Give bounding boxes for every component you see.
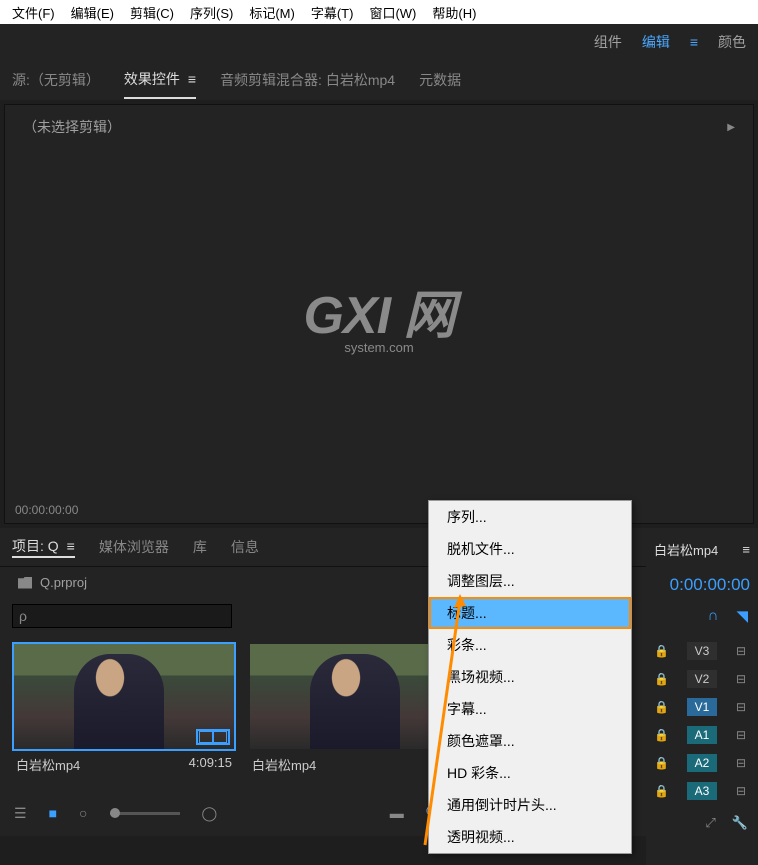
tab-effect-controls[interactable]: 效果控件≡ xyxy=(124,61,196,99)
wrench-icon[interactable]: 🔧 xyxy=(732,815,748,831)
lock-icon[interactable]: 🔒 xyxy=(654,784,668,798)
main-menubar: 文件(F) 编辑(E) 剪辑(C) 序列(S) 标记(M) 字幕(T) 窗口(W… xyxy=(0,0,758,24)
source-patch-icon[interactable]: ⊟ xyxy=(736,784,750,798)
lock-icon[interactable]: 🔒 xyxy=(654,728,668,742)
hamburger-icon[interactable]: ≡ xyxy=(690,34,698,50)
clip-name: 白岩松mp4 xyxy=(252,755,316,774)
source-patch-icon[interactable]: ⊟ xyxy=(736,644,750,658)
menu-sequence[interactable]: 序列(S) xyxy=(182,1,241,24)
workspace-assembly[interactable]: 组件 xyxy=(594,32,622,52)
ctx-transparent-video[interactable]: 透明视频... xyxy=(429,821,631,853)
video-track-v1[interactable]: 🔒V1⊟ xyxy=(646,693,758,721)
menu-clip[interactable]: 剪辑(C) xyxy=(122,1,182,24)
ctx-title[interactable]: 标题... xyxy=(429,597,631,629)
project-panel: 项目: Q≡ 媒体浏览器 库 信息 Q.prproj ρ ⑆ 1 项已选 白岩松… xyxy=(0,528,758,836)
clip-thumbnail[interactable]: 白岩松mp4 4:09:15 xyxy=(14,644,234,780)
source-patch-icon[interactable]: ⊟ xyxy=(736,672,750,686)
search-input[interactable]: ρ xyxy=(12,604,232,628)
ctx-sequence[interactable]: 序列... xyxy=(429,501,631,533)
new-item-context-menu: 序列... 脱机文件... 调整图层... 标题... 彩条... 黑场视频..… xyxy=(428,500,632,854)
clip-name: 白岩松mp4 xyxy=(16,755,80,774)
ctx-adjustment-layer[interactable]: 调整图层... xyxy=(429,565,631,597)
automate-icon[interactable]: ▬ xyxy=(390,805,404,821)
ctx-color-matte[interactable]: 颜色遮罩... xyxy=(429,725,631,757)
workspace-editing[interactable]: 编辑 xyxy=(642,32,670,52)
video-track-v2[interactable]: 🔒V2⊟ xyxy=(646,665,758,693)
menu-marker[interactable]: 标记(M) xyxy=(241,1,303,24)
timecode-display: 00:00:00:00 xyxy=(15,503,78,517)
icon-view-icon[interactable]: ■ xyxy=(49,805,57,821)
tab-audio-mixer[interactable]: 音频剪辑混合器: 白岩松mp4 xyxy=(220,62,395,98)
zoom-slider[interactable] xyxy=(110,812,180,815)
menu-title[interactable]: 字幕(T) xyxy=(303,1,362,24)
project-thumbnails: 白岩松mp4 4:09:15 白岩松mp4 xyxy=(0,634,758,790)
folder-icon xyxy=(18,577,32,589)
source-patch-icon[interactable]: ⊟ xyxy=(736,756,750,770)
lock-icon[interactable]: 🔒 xyxy=(654,672,668,686)
timeline-panel: 白岩松mp4 ≡ 0:00:00:00 ∩ ◥ 🔒V3⊟ 🔒V2⊟ 🔒V1⊟ 🔒… xyxy=(646,530,758,865)
ctx-bars[interactable]: 彩条... xyxy=(429,629,631,661)
audio-track-a1[interactable]: 🔒A1⊟ xyxy=(646,721,758,749)
sequence-title: 白岩松mp4 xyxy=(654,540,718,559)
lock-icon[interactable]: 🔒 xyxy=(654,700,668,714)
workspace-bar: 组件 编辑 ≡ 颜色 xyxy=(0,24,758,60)
ctx-hd-bars[interactable]: HD 彩条... xyxy=(429,757,631,789)
timeline-timecode[interactable]: 0:00:00:00 xyxy=(646,569,758,601)
zoom-out-icon[interactable]: ○ xyxy=(79,805,87,821)
project-filename: Q.prproj xyxy=(40,575,87,590)
panel-menu-icon[interactable]: ≡ xyxy=(742,542,750,557)
panel-menu-icon[interactable]: ≡ xyxy=(188,71,196,87)
source-patch-icon[interactable]: ⊟ xyxy=(736,728,750,742)
ctx-countdown[interactable]: 通用倒计时片头... xyxy=(429,789,631,821)
tab-project[interactable]: 项目: Q≡ xyxy=(12,536,75,558)
audio-track-a2[interactable]: 🔒A2⊟ xyxy=(646,749,758,777)
av-badge-icon xyxy=(196,729,230,745)
ctx-captions[interactable]: 字幕... xyxy=(429,693,631,725)
workspace-color[interactable]: 颜色 xyxy=(718,32,746,52)
clip-duration: 4:09:15 xyxy=(189,755,232,774)
expand-icon[interactable]: ⤢ xyxy=(705,815,715,831)
watermark: GXI 网 system.com xyxy=(303,273,454,355)
tab-metadata[interactable]: 元数据 xyxy=(419,62,461,98)
ctx-black-video[interactable]: 黑场视频... xyxy=(429,661,631,693)
video-track-v3[interactable]: 🔒V3⊟ xyxy=(646,637,758,665)
tab-libraries[interactable]: 库 xyxy=(193,537,207,557)
play-icon[interactable]: ▶ xyxy=(727,122,735,133)
zoom-in-icon[interactable]: ◯ xyxy=(202,805,218,822)
lock-icon[interactable]: 🔒 xyxy=(654,756,668,770)
lock-icon[interactable]: 🔒 xyxy=(654,644,668,658)
no-clip-selected-label: （未选择剪辑） xyxy=(23,117,121,137)
menu-help[interactable]: 帮助(H) xyxy=(424,1,484,24)
menu-edit[interactable]: 编辑(E) xyxy=(63,1,122,24)
panel-menu-icon[interactable]: ≡ xyxy=(67,538,75,554)
tab-media-browser[interactable]: 媒体浏览器 xyxy=(99,537,169,557)
ctx-offline-file[interactable]: 脱机文件... xyxy=(429,533,631,565)
source-panel-tabs: 源:（无剪辑） 效果控件≡ 音频剪辑混合器: 白岩松mp4 元数据 xyxy=(0,60,758,100)
menu-window[interactable]: 窗口(W) xyxy=(361,1,424,24)
project-toolbar: ☰ ■ ○ ◯ ▬ 🔍 🗀 🗋 🗑 ⤢ xyxy=(0,790,758,836)
source-patch-icon[interactable]: ⊟ xyxy=(736,700,750,714)
effect-controls-panel: （未选择剪辑） ▶ GXI 网 system.com 00:00:00:00 xyxy=(4,104,754,524)
snap-icon[interactable]: ∩ xyxy=(708,607,719,625)
menu-file[interactable]: 文件(F) xyxy=(4,1,63,24)
list-view-icon[interactable]: ☰ xyxy=(14,805,27,822)
linked-selection-icon[interactable]: ◥ xyxy=(736,607,748,625)
tab-source[interactable]: 源:（无剪辑） xyxy=(12,62,100,98)
tab-info[interactable]: 信息 xyxy=(231,537,259,557)
audio-track-a3[interactable]: 🔒A3⊟ xyxy=(646,777,758,805)
